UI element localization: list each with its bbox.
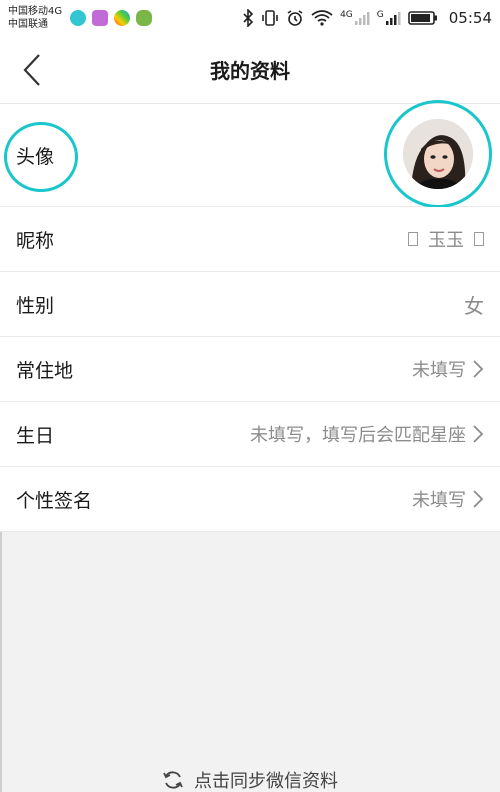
birthday-label: 生日 [16,424,55,447]
notification-icons [70,10,153,26]
gender-row[interactable]: 性别 女 [0,272,500,337]
carrier-info: 中国移动4G 中国联通 [8,5,62,31]
status-bar: 中国移动4G 中国联通 4G G 05:54 [0,0,500,36]
nickname-label: 昵称 [16,229,55,252]
vibrate-icon [262,10,278,26]
signature-label: 个性签名 [16,489,93,512]
signature-row[interactable]: 个性签名 未填写 [0,467,500,532]
battery-icon [407,11,437,25]
network-type-2: G [376,10,384,20]
gender-value-group: 女 [464,290,484,319]
network-type-1: 4G [340,10,353,20]
pinwheel-notification-icon [114,10,131,26]
location-row[interactable]: 常住地 未填写 [0,337,500,402]
wifi-icon [311,10,333,26]
profile-list: 头像 昵称 玉玉 性别 女 常住地 未填写 生日 未填写，填写后会匹配星座 个性… [0,100,500,532]
signature-value-group: 未填写 [412,486,484,512]
signal-strength-icon [385,12,401,25]
nickname-decoration-right [474,232,484,246]
page-title: 我的资料 [210,59,290,83]
chevron-left-icon [23,54,40,86]
gender-label: 性别 [16,294,55,317]
chevron-right-icon [473,425,484,443]
bluetooth-icon [243,9,254,27]
nickname-row[interactable]: 昵称 玉玉 [0,207,500,272]
signature-value: 未填写 [412,490,466,511]
location-label: 常住地 [16,359,74,382]
signal-strength-icon [354,12,370,25]
carrier-1: 中国移动4G [8,6,63,17]
chevron-right-icon [473,360,484,378]
signal-2: G [377,10,401,26]
avatar-image [403,119,473,189]
location-value: 未填写 [412,360,466,381]
avatar-highlight-circle [384,100,492,208]
gallery-notification-icon [92,10,109,26]
birthday-value: 未填写，填写后会匹配星座 [250,425,466,446]
nickname-value-group: 玉玉 [408,226,484,252]
carrier-2: 中国联通 [8,19,48,30]
label-highlight-circle [4,122,78,192]
sync-icon [163,771,183,789]
app-notification-icon [70,10,87,26]
nickname-value: 玉玉 [428,230,464,251]
nav-bar: 我的资料 [0,36,500,104]
game-notification-icon [136,10,153,26]
sync-wechat-button[interactable]: 点击同步微信资料 [0,762,500,792]
clock: 05:54 [448,9,492,27]
chevron-right-icon [473,490,484,508]
birthday-value-group: 未填写，填写后会匹配星座 [250,421,484,447]
back-button[interactable] [12,50,52,90]
signal-1: 4G [340,10,370,26]
location-value-group: 未填写 [412,356,484,382]
status-indicators: 4G G 05:54 [242,9,492,27]
avatar[interactable] [403,119,473,189]
avatar-row[interactable]: 头像 [0,100,500,208]
alarm-icon [287,10,303,26]
birthday-row[interactable]: 生日 未填写，填写后会匹配星座 [0,402,500,467]
gender-value: 女 [464,293,484,318]
nickname-decoration-left [408,232,418,246]
sync-label: 点击同步微信资料 [194,771,338,792]
